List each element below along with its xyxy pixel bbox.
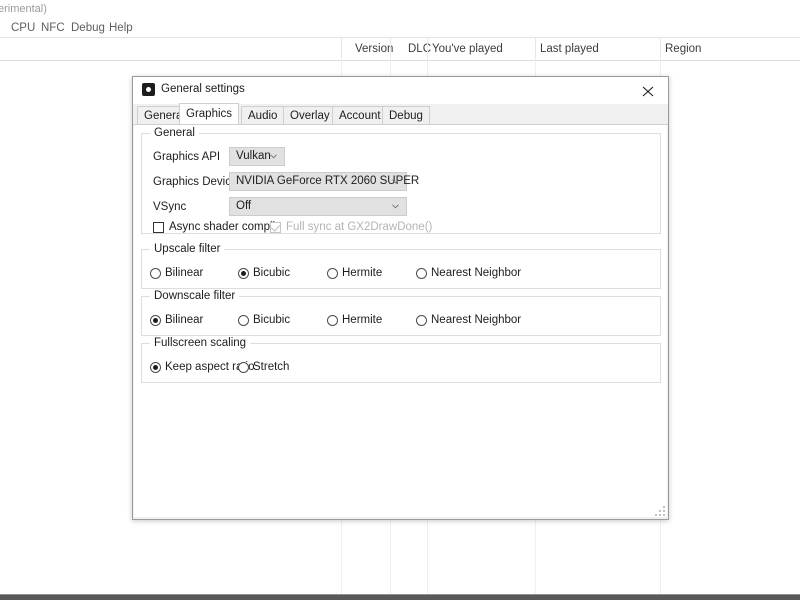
graphics-tab-page: General Graphics API Vulkan Graphics Dev… [134, 125, 667, 517]
upscale-radio-nearest-neighbor-label: Nearest Neighbor [431, 267, 522, 279]
app-statusbar [0, 595, 800, 600]
downscale-radio-bicubic-label: Bicubic [253, 314, 291, 326]
tab-account[interactable]: Account [332, 106, 388, 124]
graphics-device-label: Graphics Device [153, 176, 238, 188]
app-window-title: erimental) [0, 3, 47, 15]
radio-indicator [150, 315, 161, 326]
graphics-api-select[interactable]: Vulkan [229, 147, 285, 166]
tab-debug[interactable]: Debug [382, 106, 430, 124]
vsync-value: Off [236, 200, 252, 212]
chevron-down-icon [392, 179, 399, 184]
close-button[interactable] [628, 77, 668, 104]
general-settings-dialog: General settings General Graphics Audio … [132, 76, 669, 520]
gear-icon [142, 83, 155, 96]
app-titlebar: erimental) [0, 0, 800, 18]
chevron-down-icon [270, 154, 277, 159]
upscale-radio-bilinear-label: Bilinear [165, 267, 204, 279]
radio-indicator [238, 268, 249, 279]
radio-indicator [238, 315, 249, 326]
general-group-title: General [150, 127, 199, 139]
graphics-api-value: Vulkan [236, 150, 271, 162]
vsync-select[interactable]: Off [229, 197, 407, 216]
downscale-radio-hermite-label: Hermite [342, 314, 383, 326]
graphics-device-select[interactable]: NVIDIA GeForce RTX 2060 SUPER [229, 172, 419, 191]
checkbox-indicator [270, 222, 281, 233]
radio-indicator [150, 362, 161, 373]
upscale-radio-hermite-label: Hermite [342, 267, 383, 279]
fullscreen-radio-stretch-label: Stretch [253, 361, 290, 373]
chevron-down-icon [392, 204, 399, 209]
dialog-titlebar[interactable]: General settings [133, 77, 668, 104]
column-header-last-played[interactable]: Last played [540, 43, 599, 55]
radio-indicator [416, 268, 427, 279]
column-header-region[interactable]: Region [665, 43, 701, 55]
async-shader-compile-label: Async shader compile [169, 221, 282, 233]
column-divider[interactable] [660, 38, 661, 60]
tab-audio[interactable]: Audio [241, 106, 285, 124]
column-header-youve-played[interactable]: You've played [432, 43, 503, 55]
downscale-radio-bilinear-label: Bilinear [165, 314, 204, 326]
radio-indicator [416, 315, 427, 326]
downscale-filter-title: Downscale filter [150, 290, 240, 302]
downscale-radio-nearest-neighbor-label: Nearest Neighbor [431, 314, 522, 326]
dialog-tab-strip: General Graphics Audio Overlay Account D… [133, 103, 668, 125]
menu-item-help[interactable]: Help [104, 21, 138, 35]
dialog-title: General settings [161, 83, 245, 95]
app-menubar: CPU NFC Debug Help [0, 20, 800, 37]
gamelist-column-header: Version DLC You've played Last played Re… [0, 38, 800, 61]
column-divider[interactable] [390, 38, 391, 60]
column-header-version[interactable]: Version [355, 43, 393, 55]
menu-item-nfc[interactable]: NFC [36, 21, 70, 35]
fullscreen-scaling-group: Fullscreen scaling Keep aspect ratio Str… [141, 337, 661, 383]
graphics-api-label: Graphics API [153, 151, 221, 163]
tab-overlay[interactable]: Overlay [283, 106, 337, 124]
tab-graphics[interactable]: Graphics [179, 103, 240, 124]
full-sync-gx2drawdone-label: Full sync at GX2DrawDone() [286, 221, 433, 233]
upscale-radio-bicubic-label: Bicubic [253, 267, 291, 279]
upscale-filter-title: Upscale filter [150, 243, 225, 255]
resize-grip[interactable] [654, 505, 666, 517]
radio-indicator [150, 268, 161, 279]
upscale-filter-group: Upscale filter Bilinear Bicubic Hermite … [141, 243, 661, 289]
radio-indicator [327, 315, 338, 326]
column-divider[interactable] [535, 38, 536, 60]
checkbox-indicator [153, 222, 164, 233]
close-icon [642, 86, 654, 97]
column-divider[interactable] [427, 38, 428, 60]
downscale-filter-group: Downscale filter Bilinear Bicubic Hermit… [141, 290, 661, 336]
general-group: General Graphics API Vulkan Graphics Dev… [141, 127, 661, 234]
fullscreen-scaling-title: Fullscreen scaling [150, 337, 251, 349]
radio-indicator [238, 362, 249, 373]
vsync-label: VSync [153, 201, 187, 213]
column-divider[interactable] [341, 38, 342, 60]
radio-indicator [327, 268, 338, 279]
